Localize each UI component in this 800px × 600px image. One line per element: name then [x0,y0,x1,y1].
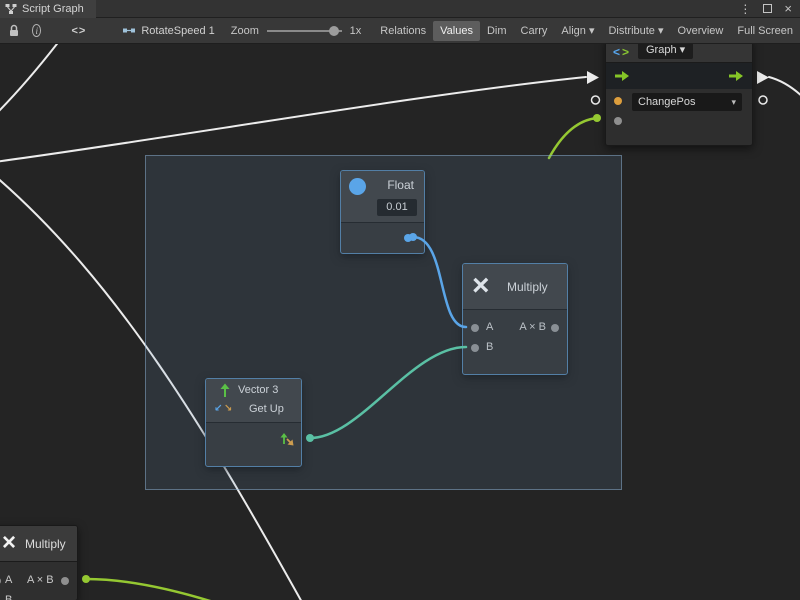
event-variable-port[interactable] [614,97,622,105]
multiply-partial-input-a-port[interactable] [0,577,1,585]
multiply-partial-output-port[interactable] [61,577,69,585]
vector3-output-port[interactable] [279,431,295,447]
get-arrow-downright-icon: ↘ [224,403,232,414]
wire-white-right-edge[interactable] [769,77,800,100]
multiply-partial-output-label: A × B [27,574,54,586]
relations-button[interactable]: Relations [373,21,433,41]
node-multiply-partial-title: Multiply [25,537,66,551]
multiply-input-b-label: B [486,341,493,353]
zoom-factor-label: 1x [350,25,362,37]
node-vector3-header[interactable]: Vector 3 ↙ ↘ Get Up [206,379,301,423]
multiply-input-a-port[interactable] [471,324,479,332]
multiply-input-b-port[interactable] [471,344,479,352]
script-graph-icon [5,3,17,15]
node-event-graph[interactable]: < > Graph ▾ ChangePos ▾ [605,44,753,146]
script-machine-icon [122,25,136,36]
full-screen-button[interactable]: Full Screen [730,21,800,41]
wire-green-event-dot [593,114,601,122]
float-type-icon [349,178,366,195]
edit-code-button[interactable]: <> [71,25,86,37]
multiply-output-label: A × B [519,321,546,333]
wire-getup-start-dot [306,434,314,442]
node-vector3-get-up[interactable]: Vector 3 ↙ ↘ Get Up [205,378,302,467]
wire-white-topleft[interactable] [0,44,60,116]
wire-end-circle-left-icon [592,96,600,104]
graph-canvas[interactable]: Float 0.01 × Multiply A A × B B Vector 3… [0,44,800,600]
wire-arrow-right-icon [757,71,769,84]
node-event-header[interactable]: < > Graph ▾ [606,44,752,63]
node-float[interactable]: Float 0.01 [340,170,425,254]
code-icon-right: > [622,45,629,59]
node-vector3-title: Get Up [249,403,284,415]
zoom-slider[interactable] [267,30,342,32]
multiply-input-a-label: A [486,321,493,333]
event-extra-port[interactable] [614,117,622,125]
multiply-output-port[interactable] [551,324,559,332]
code-icon: < [613,45,620,59]
vector3-type-label: Vector 3 [238,384,278,396]
window-titlebar: Script Graph ⋮ × [0,0,800,18]
window-menu-button[interactable]: ⋮ [739,2,751,16]
wire-green-event[interactable] [549,118,597,158]
dim-button[interactable]: Dim [480,21,514,41]
tab-script-graph[interactable]: Script Graph [0,0,96,18]
multiply-partial-input-a-label: A [5,574,12,586]
distribute-dropdown[interactable]: Distribute ▾ [601,21,670,41]
node-multiply-partial-header[interactable]: × Multiply [0,526,77,562]
toolbar-buttons: Relations Values Dim Carry Align ▾ Distr… [373,21,800,41]
node-float-header[interactable]: Float 0.01 [341,171,424,223]
wire-white-to-event-node[interactable] [0,77,586,162]
align-dropdown[interactable]: Align ▾ [554,21,601,41]
node-float-title: Float [387,178,414,192]
float-output-port[interactable] [404,234,412,242]
multiply-icon: × [472,266,490,306]
wire-green-bottom[interactable] [86,579,226,600]
zoom-label: Zoom [231,25,259,37]
node-multiply-partial[interactable]: × Multiply A A × B B [0,525,78,600]
graph-dropdown[interactable]: Graph ▾ [638,44,693,59]
wire-arrow-left-icon [587,71,599,84]
flow-input-arrow-icon[interactable] [614,70,630,82]
chevron-down-icon: ▾ [731,97,736,108]
zoom-slider-handle[interactable] [329,26,339,36]
flow-ports-row [606,63,752,89]
changepos-dropdown[interactable]: ChangePos ▾ [632,93,742,111]
window-close-button[interactable]: × [784,1,792,16]
changepos-dropdown-value: ChangePos [638,96,696,108]
graph-toolbar: i <> RotateSpeed 1 Zoom 1x Relations Val… [0,18,800,44]
node-multiply-header[interactable]: × Multiply [463,264,567,310]
float-value-input[interactable]: 0.01 [377,199,417,216]
overview-button[interactable]: Overview [671,21,731,41]
multiply-icon: × [2,526,16,560]
graph-reference-breadcrumb[interactable]: RotateSpeed 1 [141,25,214,37]
carry-button[interactable]: Carry [514,21,555,41]
flow-output-arrow-icon[interactable] [728,70,744,82]
window-maximize-button[interactable] [763,4,772,13]
wire-end-circle-right-icon [759,96,767,104]
window-title: Script Graph [22,3,84,15]
values-button[interactable]: Values [433,21,480,41]
lock-button[interactable] [8,24,20,37]
wire-getup-to-multiply-b[interactable] [310,347,466,438]
info-button[interactable]: i [32,24,41,37]
lock-icon [8,24,20,37]
multiply-partial-input-b-label: B [5,594,12,600]
node-multiply[interactable]: × Multiply A A × B B [462,263,568,375]
node-multiply-title: Multiply [507,280,548,294]
wire-green-bottom-dot [82,575,90,583]
get-arrow-downleft-icon: ↙ [214,403,222,414]
vector3-up-arrow-icon [219,383,231,398]
